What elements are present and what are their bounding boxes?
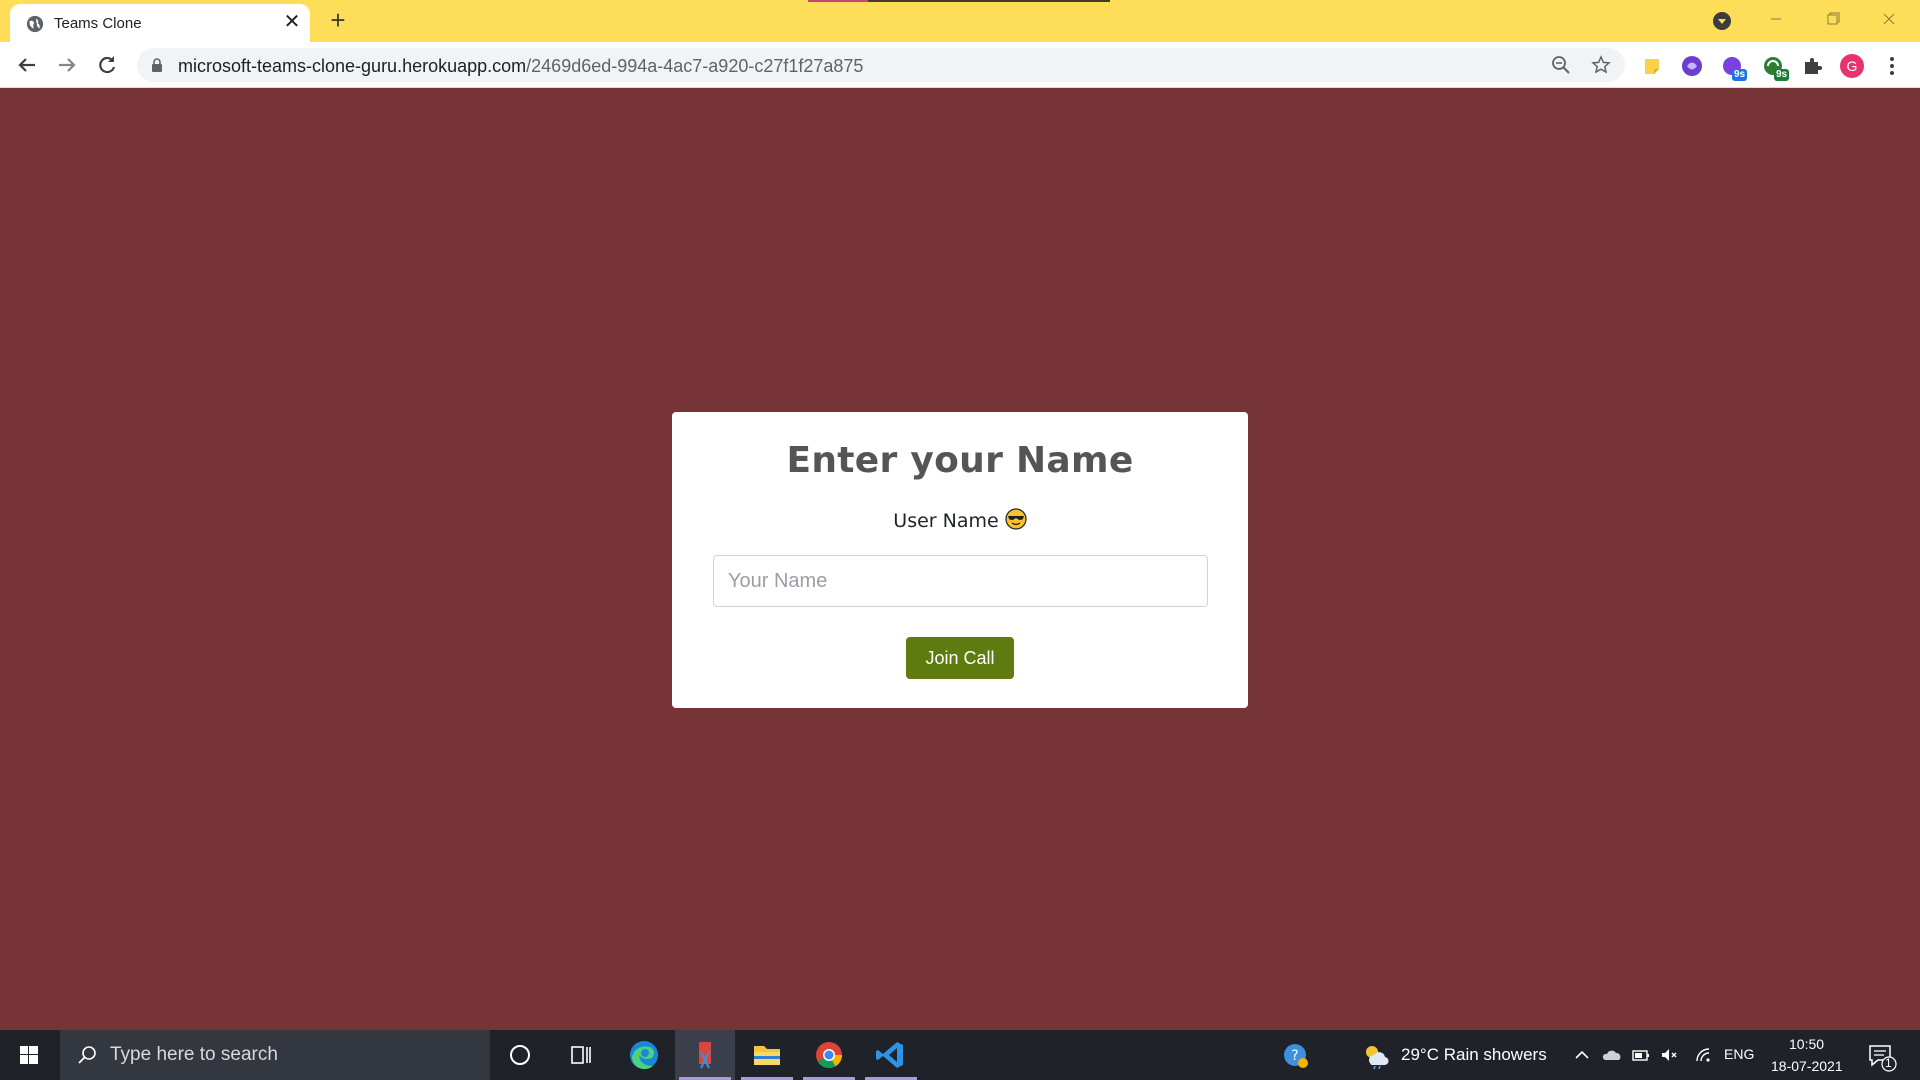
- tab-title: Teams Clone: [54, 15, 142, 32]
- close-tab-icon[interactable]: ✕: [282, 12, 302, 32]
- puzzle-extensions-icon[interactable]: [1801, 54, 1825, 78]
- chrome-icon: [816, 1042, 843, 1069]
- url-path: /2469d6ed-994a-4ac7-a920-c27f1f27a875: [526, 56, 864, 76]
- bookmark-star-icon[interactable]: [1591, 55, 1611, 75]
- chevron-up-icon[interactable]: [1572, 1045, 1592, 1065]
- battery-icon[interactable]: [1631, 1045, 1651, 1065]
- join-card: Enter your Name User Name Join Call: [672, 412, 1248, 708]
- tab-search-icon[interactable]: [1712, 11, 1732, 31]
- restore-window-icon[interactable]: [1804, 0, 1860, 40]
- user-name-label: User Name: [893, 510, 999, 532]
- join-call-button[interactable]: Join Call: [906, 637, 1014, 679]
- notification-count: 1: [1885, 1056, 1892, 1070]
- globe-icon: [26, 15, 44, 33]
- wifi-icon[interactable]: [1693, 1045, 1713, 1065]
- url-host: microsoft-teams-clone-guru.herokuapp.com: [178, 56, 527, 76]
- clock-date[interactable]: 18-07-2021: [1771, 1058, 1843, 1074]
- snipping-tool-icon: [699, 1042, 711, 1069]
- taskbar-search-placeholder: Type here to search: [110, 1044, 278, 1065]
- taskbar-app-chrome[interactable]: [799, 1030, 859, 1080]
- onedrive-cloud-icon[interactable]: [1602, 1045, 1622, 1065]
- name-input[interactable]: [713, 555, 1208, 607]
- volume-muted-icon[interactable]: [1659, 1045, 1679, 1065]
- zoom-icon[interactable]: [1551, 55, 1571, 75]
- clock-time[interactable]: 10:50: [1789, 1036, 1824, 1052]
- extension-badge: 9s: [1732, 69, 1748, 81]
- file-explorer-icon: [754, 1046, 780, 1065]
- tab-strip-indicator: [808, 0, 1110, 2]
- forward-arrow-icon[interactable]: [53, 51, 81, 79]
- help-question-icon[interactable]: ?: [1283, 1043, 1309, 1069]
- extension-badge: 9s: [1774, 69, 1790, 81]
- new-tab-plus-icon[interactable]: +: [324, 6, 352, 34]
- sunglasses-emoji-icon: [1005, 508, 1027, 530]
- notification-center-button[interactable]: 1: [1866, 1040, 1898, 1072]
- taskbar-app-vscode[interactable]: [861, 1030, 921, 1080]
- browser-toolbar: microsoft-teams-clone-guru.herokuapp.com…: [0, 42, 1920, 88]
- weather-rain-icon[interactable]: [1362, 1043, 1390, 1069]
- more-menu-icon[interactable]: [1882, 54, 1902, 78]
- close-window-icon[interactable]: [1862, 0, 1918, 40]
- url-text: microsoft-teams-clone-guru.herokuapp.com…: [178, 56, 863, 77]
- taskbar-app-explorer[interactable]: [737, 1030, 797, 1080]
- svg-text:?: ?: [1291, 1048, 1298, 1064]
- profile-avatar[interactable]: G: [1840, 54, 1864, 78]
- weather-text[interactable]: 29°C Rain showers: [1401, 1045, 1547, 1065]
- user-name-label-row: User Name: [672, 508, 1248, 532]
- reload-icon[interactable]: [93, 51, 121, 79]
- edge-browser-icon[interactable]: [614, 1030, 674, 1080]
- lock-icon[interactable]: [151, 58, 163, 72]
- taskbar-app-snipping[interactable]: [675, 1030, 735, 1080]
- vscode-icon: [876, 1042, 903, 1068]
- cortana-circle-icon[interactable]: [490, 1030, 550, 1080]
- sticky-note-extension-icon[interactable]: [1640, 54, 1664, 78]
- brain-extension-icon[interactable]: [1680, 54, 1704, 78]
- notification-icon: [1869, 1045, 1897, 1072]
- task-view-icon[interactable]: [550, 1030, 610, 1080]
- taskbar-search-box[interactable]: Type here to search: [60, 1030, 490, 1080]
- page-title: Enter your Name: [786, 440, 1134, 481]
- browser-tab[interactable]: Teams Clone ✕: [10, 4, 310, 42]
- windows-start-icon[interactable]: [0, 1030, 58, 1080]
- search-icon: [78, 1046, 96, 1064]
- timer-extension-button[interactable]: 9s: [1720, 54, 1750, 84]
- browser-title-bar: Teams Clone ✕ +: [0, 0, 1920, 42]
- address-bar[interactable]: microsoft-teams-clone-guru.herokuapp.com…: [137, 48, 1625, 82]
- minimize-window-icon[interactable]: [1748, 0, 1804, 40]
- back-arrow-icon[interactable]: [13, 51, 41, 79]
- windows-taskbar: Type here to search ? 29°C Rain showers …: [0, 1030, 1920, 1080]
- grammar-extension-button[interactable]: 9s: [1761, 54, 1791, 84]
- language-indicator[interactable]: ENG: [1724, 1046, 1754, 1062]
